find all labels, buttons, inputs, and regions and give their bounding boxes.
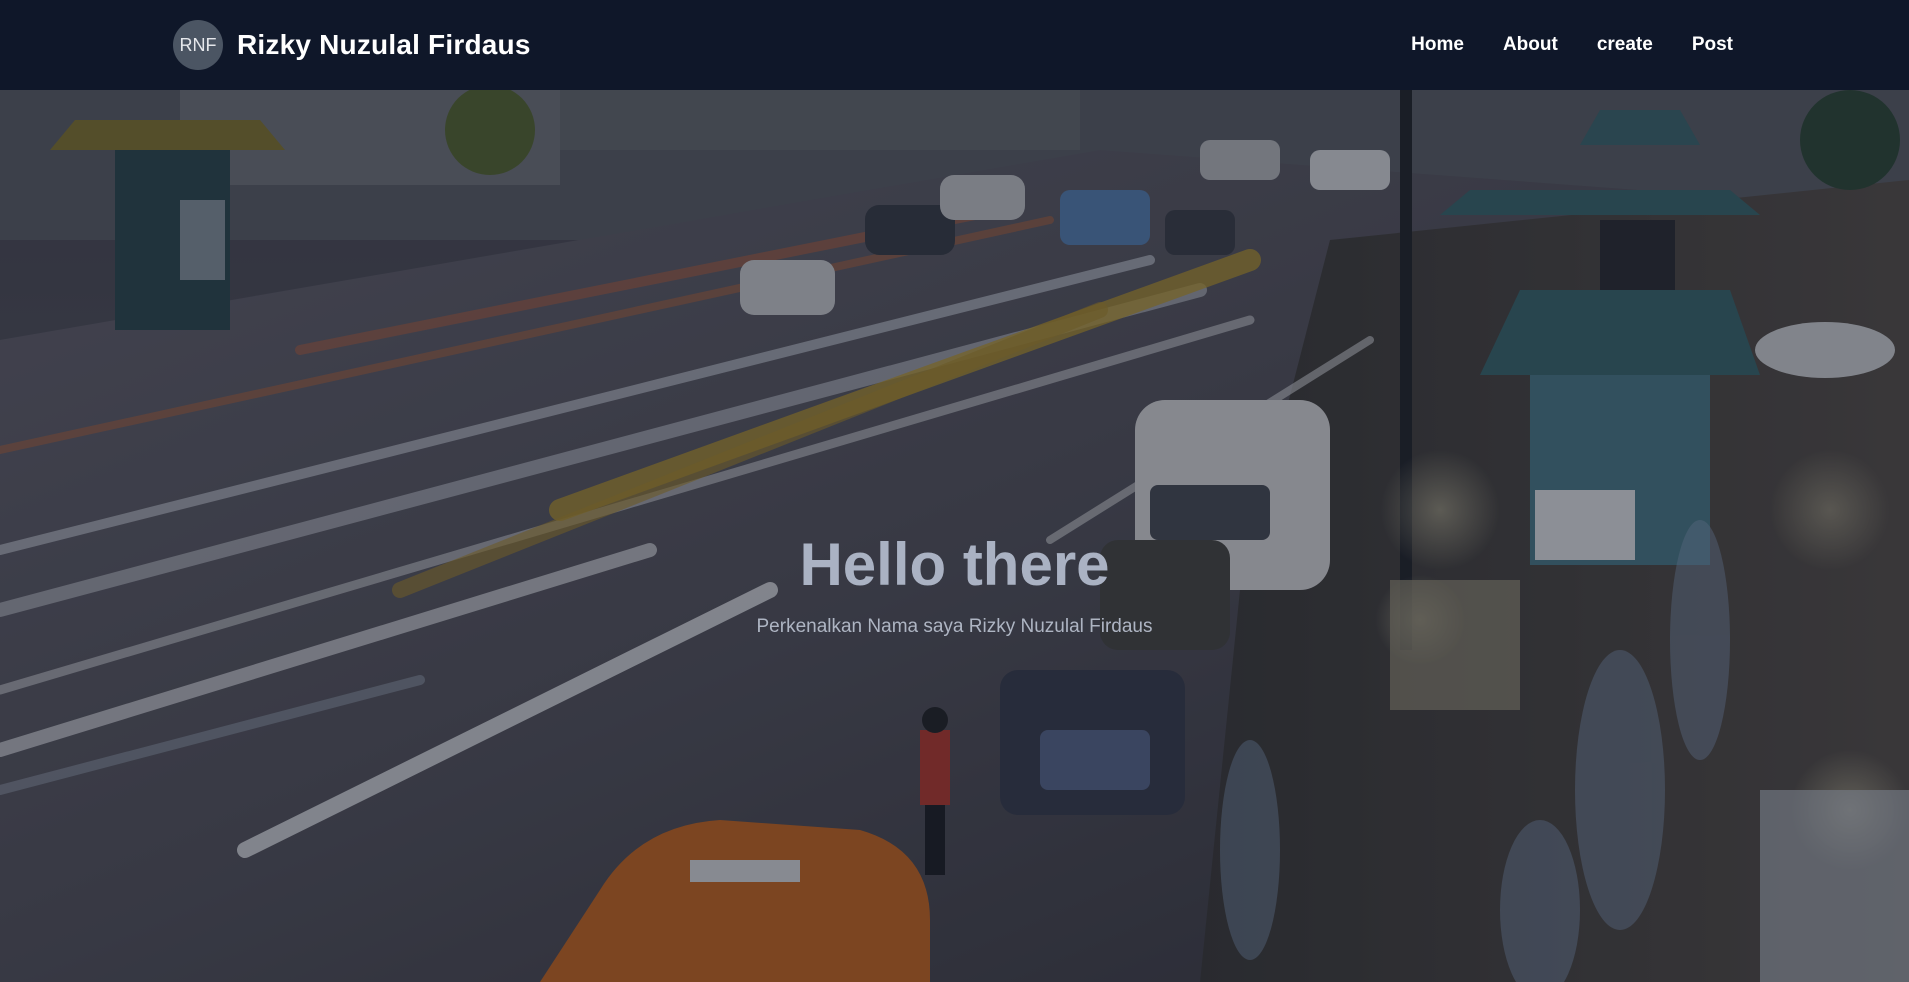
avatar: RNF [173,20,223,70]
hero-content: Hello there Perkenalkan Nama saya Rizky … [0,530,1909,640]
nav-home-link[interactable]: Home [1411,34,1464,56]
nav-create-link[interactable]: create [1597,34,1653,56]
navbar: RNF Rizky Nuzulal Firdaus Home About cre… [0,0,1909,90]
nav-about-link[interactable]: About [1503,34,1558,56]
hero-title: Hello there [799,531,1110,598]
hero-section: Hello there Perkenalkan Nama saya Rizky … [0,90,1909,982]
hero-subtitle: Perkenalkan Nama saya Rizky Nuzulal Fird… [756,616,1153,637]
nav-menu: Home About create Post [1411,34,1733,56]
brand-link[interactable]: RNF Rizky Nuzulal Firdaus [173,20,531,70]
nav-post-link[interactable]: Post [1692,34,1733,56]
site-title: Rizky Nuzulal Firdaus [237,29,531,60]
